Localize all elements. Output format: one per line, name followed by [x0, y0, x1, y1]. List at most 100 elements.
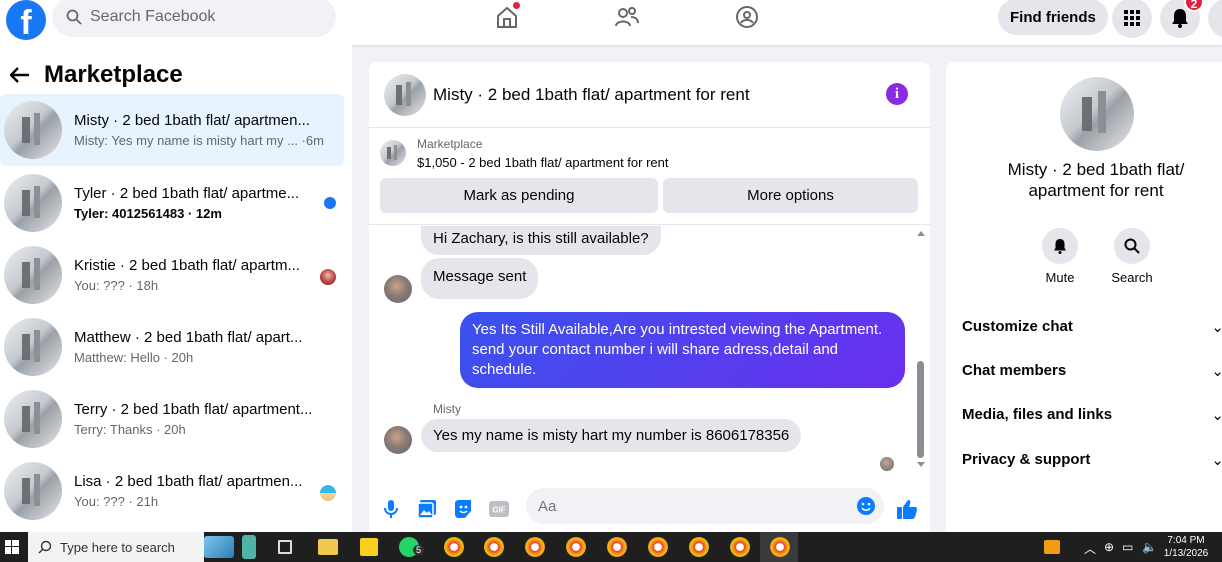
privacy-support-row[interactable]: Privacy & support ⌄ [962, 451, 1222, 469]
like-thumb-icon[interactable] [895, 497, 919, 521]
facebook-search[interactable] [52, 0, 336, 37]
listing-thumbnail [4, 101, 62, 159]
chrome-icon[interactable] [689, 537, 709, 557]
scroll-up-icon[interactable] [916, 229, 926, 237]
top-bar: f Find friends 2 [0, 0, 1222, 45]
home-icon[interactable] [492, 2, 522, 32]
gif-icon[interactable]: GIF [487, 497, 511, 521]
conversation-item[interactable]: Terry · 2 bed 1bath flat/ apartment... T… [0, 383, 344, 455]
chrome-icon[interactable] [730, 537, 750, 557]
details-title: Misty · 2 bed 1bath flat/ apartment for … [1007, 160, 1185, 200]
row-label: Customize chat [962, 318, 1073, 335]
menu-grid-icon[interactable] [1112, 0, 1152, 38]
conversation-item[interactable]: Kristie · 2 bed 1bath flat/ apartm... Yo… [0, 239, 344, 311]
taskbar-clock[interactable]: 7:04 PM 1/13/2026 [1156, 534, 1216, 560]
chrome-icon[interactable] [484, 537, 504, 557]
read-receipt-avatar [880, 457, 894, 471]
show-hidden-icons-chevron-icon[interactable]: ︿ [1084, 540, 1096, 557]
display-icon[interactable]: ▭ [1122, 540, 1133, 554]
search-label: Search [1111, 270, 1153, 285]
page-title: Marketplace [44, 61, 183, 88]
scroll-thumb[interactable] [917, 361, 924, 458]
file-explorer-icon[interactable] [318, 539, 338, 555]
conversation-preview: You: ??? · 21h [74, 494, 159, 509]
photo-icon[interactable] [415, 497, 439, 521]
travel-app-icon[interactable] [204, 536, 234, 558]
friends-icon[interactable] [612, 2, 642, 32]
message-input-field[interactable] [526, 488, 884, 524]
chevron-down-icon: ⌄ [1211, 452, 1222, 469]
notifications-button[interactable]: 2 [1160, 0, 1204, 38]
conversation-title: Lisa · 2 bed 1bath flat/ apartmen... [74, 473, 303, 490]
listing-thumbnail[interactable] [384, 73, 426, 116]
conversation-item[interactable]: Matthew · 2 bed 1bath flat/ apart... Mat… [0, 311, 344, 383]
chat-members-row[interactable]: Chat members ⌄ [962, 362, 1222, 380]
chrome-icon[interactable] [770, 537, 790, 557]
conversation-preview: Terry: Thanks · 20h [74, 422, 186, 437]
conversation-details-panel: Misty · 2 bed 1bath flat/ apartment for … [946, 62, 1222, 532]
message-list: Hi Zachary, is this still available? Mes… [369, 226, 930, 488]
clock-time: 7:04 PM [1167, 535, 1205, 546]
windows-taskbar: Type here to search 5 ︿ ⊕ ▭ 🔈 7:04 PM 1/… [0, 532, 1222, 562]
taskbar-search[interactable]: Type here to search [28, 532, 204, 562]
chat-header: Misty · 2 bed 1bath flat/ apartment for … [369, 62, 930, 128]
taskbar-search-placeholder: Type here to search [60, 539, 175, 555]
network-icon[interactable]: ⊕ [1104, 540, 1114, 554]
listing-thumbnail [4, 318, 62, 376]
microphone-icon[interactable] [379, 497, 403, 521]
find-friends-button[interactable]: Find friends [998, 0, 1108, 35]
customize-chat-row[interactable]: Customize chat ⌄ [962, 318, 1222, 336]
more-options-button[interactable]: More options [663, 178, 918, 213]
mute-button[interactable]: Mute [1030, 228, 1090, 285]
search-input[interactable] [90, 8, 310, 26]
unread-dot-icon [324, 197, 336, 209]
tray-app-icon[interactable] [1044, 540, 1060, 554]
chrome-icon[interactable] [525, 537, 545, 557]
listing-thumbnail [4, 390, 62, 448]
row-label: Chat members [962, 362, 1067, 379]
search-icon [1124, 238, 1140, 254]
chrome-icon[interactable] [566, 537, 586, 557]
search-icon [38, 540, 52, 554]
search-in-conversation-button[interactable]: Search [1102, 228, 1162, 285]
conversation-preview: Matthew: Hello · 20h [74, 350, 194, 365]
media-files-links-row[interactable]: Media, files and links ⌄ [962, 406, 1222, 424]
chevron-down-icon: ⌄ [1211, 407, 1222, 424]
facebook-logo-icon[interactable]: f [6, 0, 46, 40]
chrome-icon[interactable] [444, 537, 464, 557]
listing-kicker: Marketplace [417, 137, 483, 151]
message-scrollbar[interactable] [915, 226, 927, 472]
chat-title[interactable]: Misty · 2 bed 1bath flat/ apartment for … [433, 85, 750, 105]
volume-icon[interactable]: 🔈 [1142, 540, 1157, 554]
whatsapp-icon[interactable]: 5 [399, 537, 425, 557]
scroll-down-icon[interactable] [916, 461, 926, 469]
conversation-title: Misty · 2 bed 1bath flat/ apartmen... [74, 112, 310, 129]
account-avatar[interactable] [1208, 0, 1222, 38]
luggage-app-icon[interactable] [242, 535, 256, 559]
emoji-icon[interactable] [856, 496, 876, 516]
message-input[interactable] [538, 497, 838, 515]
seen-avatar-icon [320, 485, 336, 501]
back-arrow-icon[interactable] [10, 67, 30, 83]
groups-icon[interactable] [732, 2, 762, 32]
marketplace-sidebar: Marketplace Misty · 2 bed 1bath flat/ ap… [0, 45, 352, 532]
task-view-icon[interactable] [278, 540, 292, 554]
mark-as-pending-button[interactable]: Mark as pending [380, 178, 658, 213]
gif-label: GIF [492, 506, 505, 515]
conversation-item[interactable]: Lisa · 2 bed 1bath flat/ apartmen... You… [0, 455, 344, 527]
chrome-icon[interactable] [607, 537, 627, 557]
chrome-icon[interactable] [648, 537, 668, 557]
conversation-item[interactable]: Misty · 2 bed 1bath flat/ apartmen... Mi… [0, 94, 344, 166]
sticky-notes-icon[interactable] [360, 538, 378, 556]
listing-thumbnail-large [1060, 77, 1134, 151]
sticker-icon[interactable] [451, 497, 475, 521]
message-composer: GIF [369, 488, 930, 532]
conversation-item[interactable]: Tyler · 2 bed 1bath flat/ apartme... Tyl… [0, 167, 344, 239]
sender-name: Misty [433, 402, 461, 416]
windows-start-icon[interactable] [0, 532, 24, 562]
sidebar-header: Marketplace [10, 61, 183, 89]
info-icon[interactable]: i [886, 83, 908, 105]
conversation-preview: You: ??? · 18h [74, 278, 159, 293]
chat-panel: Misty · 2 bed 1bath flat/ apartment for … [369, 62, 930, 532]
listing-price[interactable]: $1,050 - 2 bed 1bath flat/ apartment for… [417, 155, 669, 170]
